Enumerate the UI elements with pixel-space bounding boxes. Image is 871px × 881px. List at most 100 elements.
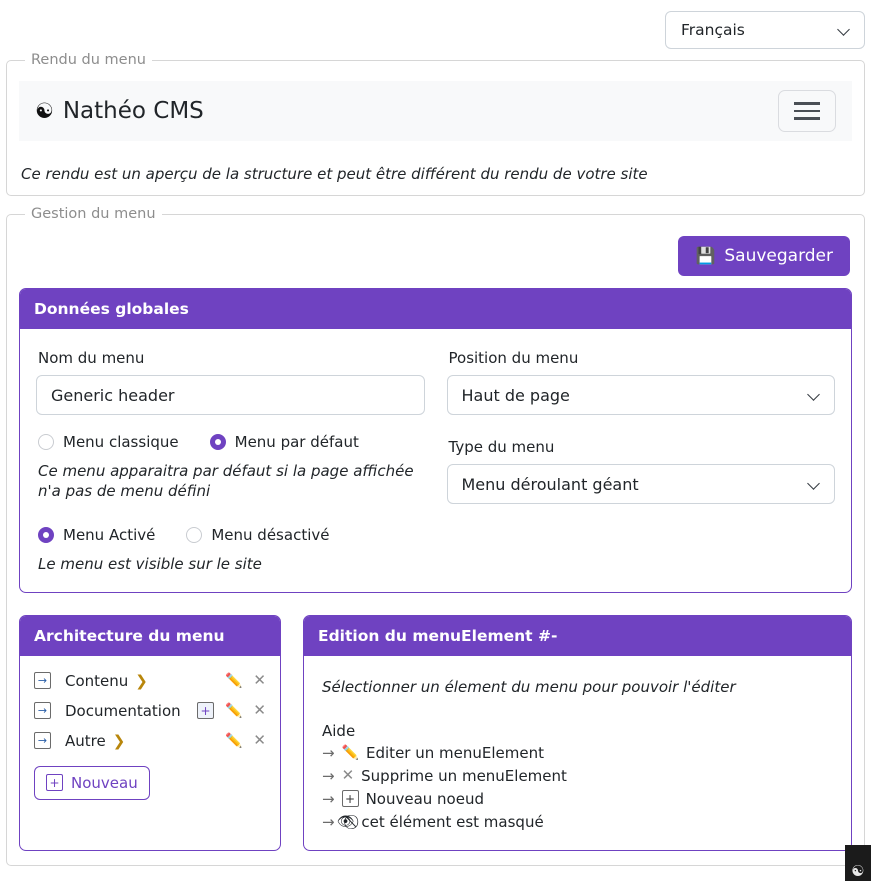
chevron-down-icon [839,24,851,36]
language-select[interactable]: Français [665,11,865,49]
tree-item-label[interactable]: Documentation [65,702,181,720]
menu-position-select[interactable]: Haut de page [446,375,835,415]
page-root: Français Rendu du menu ☯ Nathéo CMS Ce r… [0,0,871,881]
hamburger-bar [794,102,820,105]
close-x-icon[interactable]: ✕ [253,703,266,718]
chevron-down-icon [809,389,821,401]
help-row-text: cet élément est masqué [361,812,544,831]
menu-type-label: Type du menu [448,438,555,456]
radio-menu-desactive-label: Menu désactivé [211,525,330,544]
site-logo-icon[interactable]: ☯ [845,845,871,881]
hamburger-bar [794,117,820,120]
menu-name-label: Nom du menu [38,349,145,367]
arrow-right-icon: → [322,743,335,762]
radio-menu-par-defaut-label: Menu par défaut [234,433,359,451]
edition-note: Sélectionner un élement du menu pour pou… [322,677,736,696]
chevron-right-icon[interactable]: ❯ [113,732,126,750]
brand-label: Nathéo CMS [62,98,204,124]
radio-menu-desactive[interactable] [186,526,203,543]
edition-card-title: Edition du menuElement #- [304,615,851,656]
tree-item-label[interactable]: Contenu [65,672,128,690]
tree-row-actions: ✏️ ✕ [225,673,266,689]
help-title: Aide [322,721,356,740]
menu-name-value: Generic header [51,385,175,405]
help-row-text: Supprime un menuElement [361,766,567,785]
radio-menu-par-defaut[interactable] [209,434,226,450]
radio-menu-classique-label: Menu classique [63,433,179,451]
management-fieldset-legend: Gestion du menu [31,206,156,222]
global-data-card: Données globales Nom du menu Generic hea… [19,288,852,593]
arrow-right-icon: → [322,812,335,831]
tree-row-actions: ✏️ ✕ [225,733,266,749]
close-x-icon[interactable]: ✕ [253,673,266,688]
hamburger-menu-icon[interactable] [778,90,836,132]
global-data-left-column: Nom du menu Generic header Menu classiqu… [36,343,425,574]
new-node-button-label: Nouveau [71,773,138,792]
tree-row: → Autre ❯ ✏️ ✕ [34,732,266,750]
edition-card: Edition du menuElement #- Sélectionner u… [303,614,852,851]
menu-position-value: Haut de page [461,385,570,405]
bottom-cards-row: Architecture du menu → Contenu ❯ ✏️ ✕ → … [19,614,852,851]
tree-row: → Documentation + ✏️ ✕ [34,702,266,720]
boxed-arrow-right-icon[interactable]: → [34,702,51,720]
architecture-card-body: → Contenu ❯ ✏️ ✕ → Documentation + ✏️ ✕ … [20,656,280,814]
tree-row-actions: + ✏️ ✕ [196,702,266,720]
menu-position-label: Position du menu [448,349,579,367]
help-row: → 👁︎⃠ cet élément est masqué [322,813,835,831]
save-row: 💾 Sauvegarder [19,230,852,288]
pencil-icon[interactable]: ✏️ [225,673,242,689]
help-row-text: Nouveau noeud [365,789,484,808]
chevron-down-icon [809,478,821,490]
hamburger-bar [794,109,820,113]
close-x-icon: ✕ [341,766,355,785]
preview-note: Ce rendu est un aperçu de la structure e… [21,165,648,183]
tree-item-label[interactable]: Autre [65,732,106,750]
menu-type-value: Menu déroulant géant [461,474,639,494]
close-x-icon[interactable]: ✕ [253,733,266,748]
architecture-card-title: Architecture du menu [20,615,280,656]
preview-fieldset-legend: Rendu du menu [31,52,146,68]
floppy-disk-icon: 💾 [695,246,716,265]
eye-slash-icon: 👁︎⃠ [336,813,355,830]
pencil-icon[interactable]: ✏️ [225,703,242,719]
help-row: → ✕ Supprime un menuElement [322,767,835,785]
menu-kind-hint: Ce menu apparaitra par défaut si la page… [38,462,414,501]
save-button-label: Sauvegarder [724,246,833,266]
yin-yang-icon: ☯ [35,98,54,123]
pencil-icon[interactable]: ✏️ [225,733,242,749]
save-button[interactable]: 💾 Sauvegarder [678,236,850,276]
global-data-card-body: Nom du menu Generic header Menu classiqu… [20,329,851,592]
arrow-right-icon: → [322,766,335,785]
tree-row: → Contenu ❯ ✏️ ✕ [34,672,266,690]
menu-state-hint: Le menu est visible sur le site [38,554,262,573]
help-row: → ✏️ Editer un menuElement [322,744,835,762]
arrow-right-icon: → [322,789,335,808]
global-data-grid: Nom du menu Generic header Menu classiqu… [36,343,835,574]
new-node-button[interactable]: + Nouveau [34,765,150,800]
global-data-right-column: Position du menu Haut de page Type du me… [446,343,835,574]
brand: ☯ Nathéo CMS [35,98,204,124]
boxed-arrow-right-icon[interactable]: → [34,672,51,690]
language-select-value: Français [681,21,745,39]
help-row: → + Nouveau noeud [322,790,835,808]
help-row-text: Editer un menuElement [366,743,544,762]
management-fieldset: Gestion du menu 💾 Sauvegarder Données gl… [6,206,865,866]
menu-type-select[interactable]: Menu déroulant géant [446,464,835,504]
chevron-right-icon[interactable]: ❯ [135,672,148,690]
boxed-plus-icon: + [46,774,63,792]
menu-name-input[interactable]: Generic header [36,375,425,415]
global-data-card-title: Données globales [20,289,851,329]
edition-card-body: Sélectionner un élement du menu pour pou… [304,656,851,850]
menu-preview-navbar: ☯ Nathéo CMS [19,81,852,141]
pencil-icon: ✏️ [341,744,360,761]
boxed-plus-icon: + [341,790,359,808]
boxed-arrow-right-icon[interactable]: → [34,732,51,750]
language-selector-row: Français [0,0,871,49]
architecture-card: Architecture du menu → Contenu ❯ ✏️ ✕ → … [19,614,281,851]
radio-menu-classique[interactable] [38,434,54,450]
radio-menu-active-label: Menu Activé [63,525,156,544]
menu-state-radio-group: Menu Activé Menu désactivé [38,526,425,544]
corner-badge-glyph: ☯ [851,862,865,880]
boxed-plus-icon[interactable]: + [196,702,214,720]
radio-menu-active[interactable] [38,526,54,543]
